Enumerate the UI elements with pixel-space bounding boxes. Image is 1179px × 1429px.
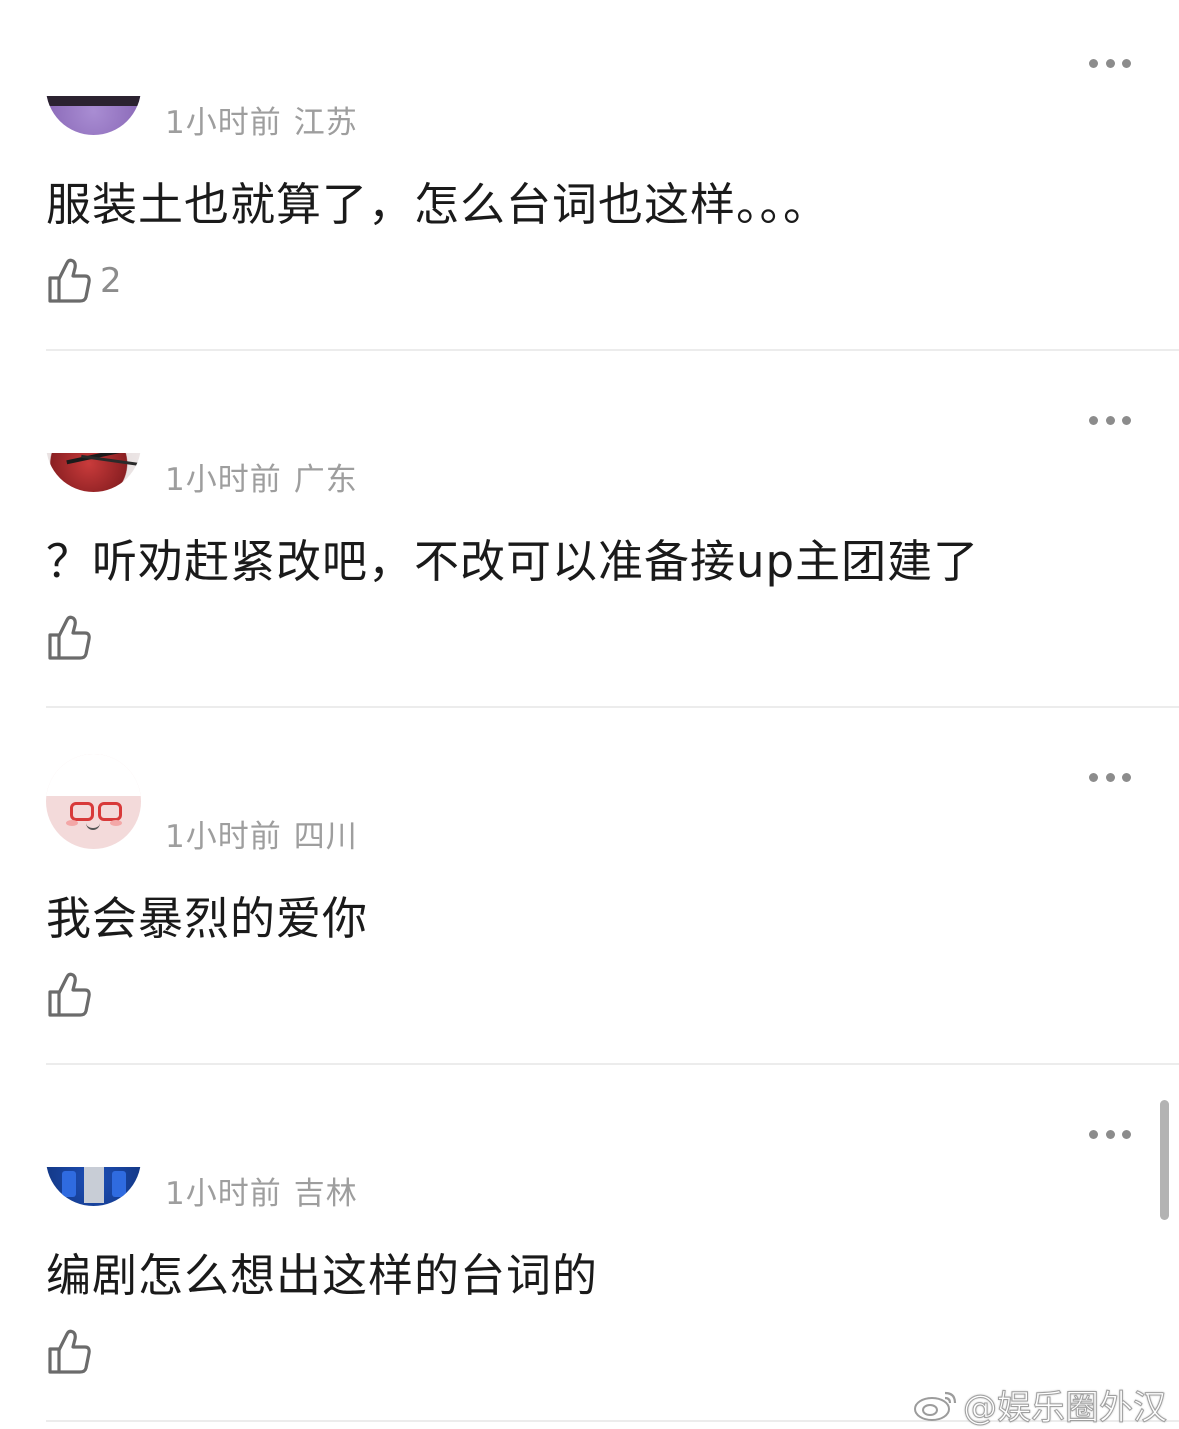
thumbs-up-icon — [48, 258, 91, 303]
watermark-text: @娱乐圈外汉 — [963, 1388, 1168, 1429]
more-icon[interactable] — [1089, 405, 1131, 435]
thumbs-up-icon — [48, 615, 91, 660]
comment-location: 吉林 — [293, 1176, 358, 1212]
comment-text: 编剧怎么想出这样的台词的 — [46, 1249, 599, 1302]
more-icon[interactable] — [1089, 762, 1131, 792]
comment-item: 1小时前 吉林 编剧怎么想出这样的台词的 — [0, 1071, 1179, 1428]
comment-item: 1小时前 广东 ？听劝赶紧改吧，不改可以准备接up主团建了 — [0, 357, 1179, 714]
thumbs-up-icon — [48, 972, 91, 1017]
like-button[interactable] — [46, 1326, 100, 1378]
comment-meta: 1小时前 四川 — [165, 811, 358, 856]
comment-location: 四川 — [293, 819, 358, 855]
avatar[interactable] — [46, 96, 141, 135]
watermark: @娱乐圈外汉 — [911, 1380, 1168, 1429]
avatar[interactable] — [46, 1167, 141, 1206]
comment-time: 1小时前 — [165, 1176, 282, 1212]
comment-time: 1小时前 — [165, 105, 282, 141]
comment-text: 我会暴烈的爱你 — [46, 892, 369, 945]
divider — [46, 1063, 1179, 1065]
divider — [46, 349, 1179, 351]
comment-meta: 1小时前 广东 — [165, 454, 358, 499]
like-button[interactable] — [46, 612, 100, 664]
comment-text: ？听劝赶紧改吧，不改可以准备接up主团建了 — [46, 535, 980, 588]
comment-meta: 1小时前 吉林 — [165, 1168, 358, 1213]
comment-location: 广东 — [293, 462, 358, 498]
comment-time: 1小时前 — [165, 462, 282, 498]
comment-meta: 1小时前 江苏 — [165, 97, 358, 142]
comment-time: 1小时前 — [165, 819, 282, 855]
like-count: 2 — [100, 261, 122, 301]
comment-item: 1小时前 四川 我会暴烈的爱你 — [0, 714, 1179, 1071]
avatar[interactable] — [46, 453, 141, 492]
thumbs-up-icon — [48, 1329, 91, 1374]
like-button[interactable]: 2 — [46, 255, 122, 307]
more-icon[interactable] — [1089, 48, 1131, 78]
scrollbar[interactable] — [1160, 1100, 1169, 1220]
comment-item: 1小时前 江苏 服装土也就算了，怎么台词也这样。。。 2 — [0, 0, 1179, 357]
comment-location: 江苏 — [293, 105, 358, 141]
divider — [46, 706, 1179, 708]
avatar[interactable] — [46, 754, 141, 849]
more-icon[interactable] — [1089, 1119, 1131, 1149]
weibo-icon — [914, 1391, 957, 1421]
like-button[interactable] — [46, 969, 100, 1021]
comment-text: 服装土也就算了，怎么台词也这样。。。 — [46, 178, 830, 231]
